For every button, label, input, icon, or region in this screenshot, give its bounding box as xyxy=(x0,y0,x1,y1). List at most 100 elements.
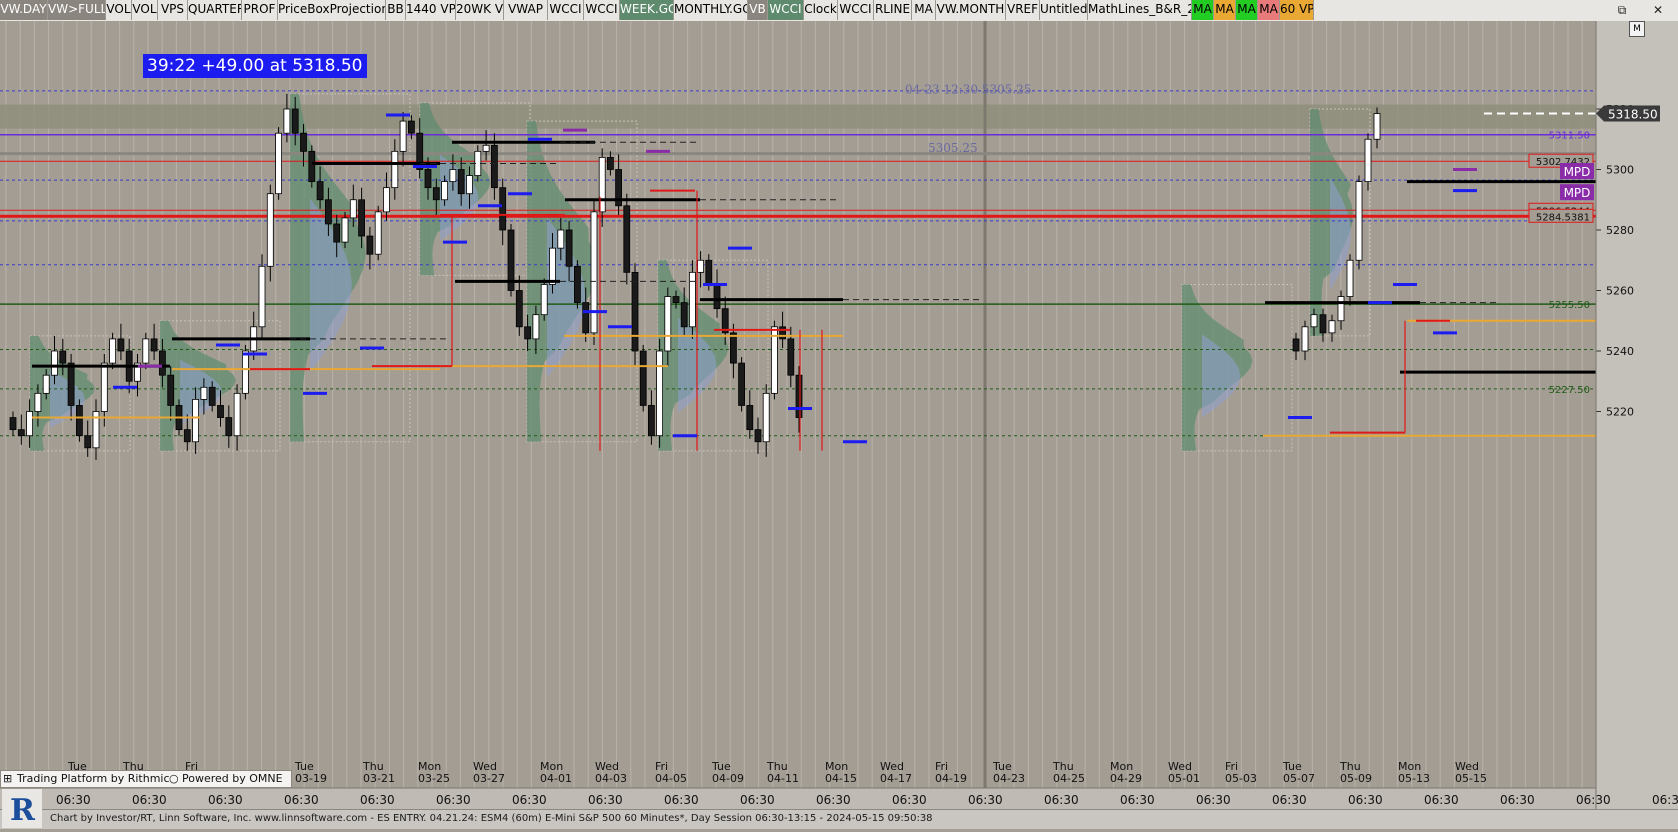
price-chart[interactable]: 04-23 12:30 5305.255305.255311.505302.74… xyxy=(0,21,1678,809)
candle-body xyxy=(266,193,274,267)
candle-body xyxy=(441,181,449,201)
window-close-icon[interactable]: ✕ xyxy=(1650,2,1666,18)
toolbar-button-29[interactable]: MA xyxy=(1258,0,1280,20)
candle-body xyxy=(183,429,191,443)
toolbar-button-28[interactable]: MA xyxy=(1236,0,1258,20)
toolbar-button-22[interactable]: VW.MONTH xyxy=(936,0,1006,20)
candle-body xyxy=(482,144,490,152)
candle-body xyxy=(1346,259,1354,297)
toolbar-button-15[interactable]: MONTHLY.GC xyxy=(674,0,748,20)
candle xyxy=(308,145,316,188)
candle-body xyxy=(407,120,415,134)
toolbar-button-16[interactable]: VB xyxy=(748,0,768,20)
time-label: 06:30 xyxy=(1500,793,1535,807)
candle-body xyxy=(424,169,432,189)
toolbar-button-6[interactable]: PROF xyxy=(242,0,278,20)
toolbar-button-27[interactable]: MA xyxy=(1214,0,1236,20)
candle-body xyxy=(746,405,754,431)
time-label: 06:30 xyxy=(1652,793,1678,807)
candle xyxy=(771,320,778,400)
toolbar-button-7[interactable]: PriceBoxProjections xyxy=(278,0,386,20)
indicator-toolbar: VW.DAY VW>FULL VOL VOL VPS QUARTER PROF PriceBo… xyxy=(0,0,1678,22)
date-label-day: 04-15 xyxy=(825,772,857,785)
candle-body xyxy=(697,259,704,273)
date-label-day: 05-01 xyxy=(1168,772,1200,785)
candle-body xyxy=(9,417,17,431)
candle-body xyxy=(51,350,58,376)
toolbar-button-20[interactable]: RLINE xyxy=(874,0,912,20)
window-restore-icon[interactable]: ⧉ xyxy=(1614,2,1630,18)
candle-body xyxy=(1319,314,1327,334)
time-label: 06:30 xyxy=(1348,793,1383,807)
candle xyxy=(374,205,382,261)
candle xyxy=(258,254,266,339)
candle-body xyxy=(233,392,241,437)
candle-body xyxy=(762,392,770,443)
candle-body xyxy=(524,326,531,340)
candle-body xyxy=(457,169,465,195)
candle-body xyxy=(291,108,299,134)
toolbar-button-10[interactable]: 20WK VP xyxy=(456,0,504,20)
time-label: 06:30 xyxy=(588,793,623,807)
toolbar-button-4[interactable]: VPS xyxy=(158,0,188,20)
maximize-panel-button[interactable]: M xyxy=(1629,21,1645,37)
mpd-label-1: MPD xyxy=(1564,186,1591,200)
toolbar-button-0[interactable]: VW.DAY xyxy=(0,0,48,20)
candle-body xyxy=(713,284,721,310)
toolbar-button-14[interactable]: WEEK.GC xyxy=(620,0,674,20)
time-label: 06:30 xyxy=(56,793,91,807)
toolbar-button-8[interactable]: BB xyxy=(386,0,406,20)
toolbar-button-18[interactable]: Clock xyxy=(804,0,838,20)
candle-body xyxy=(1292,338,1300,352)
toolbar-button-12[interactable]: WCCI xyxy=(548,0,584,20)
candle-body xyxy=(705,259,713,285)
toolbar-button-13[interactable]: WCCI xyxy=(584,0,620,20)
candle-body xyxy=(1328,320,1336,334)
toolbar-button-21[interactable]: MA xyxy=(912,0,936,20)
candle-body xyxy=(631,271,639,352)
candle-body xyxy=(366,235,374,255)
candle-body xyxy=(358,199,366,237)
candle-body xyxy=(167,374,175,406)
toolbar-button-30[interactable]: 60 VP xyxy=(1280,0,1314,20)
toolbar-button-9[interactable]: 1440 VP xyxy=(406,0,456,20)
toolbar-button-23[interactable]: VREF xyxy=(1006,0,1040,20)
toolbar-button-11[interactable]: VWAP xyxy=(504,0,548,20)
candle-body xyxy=(26,411,34,437)
candle-body xyxy=(754,429,762,443)
candle-body xyxy=(192,398,200,443)
toolbar-button-26[interactable]: MA xyxy=(1192,0,1214,20)
candle-body xyxy=(316,181,324,201)
candle-body xyxy=(490,144,498,189)
axis-tick-label: 5240 xyxy=(1606,345,1634,358)
toolbar-button-5[interactable]: QUARTER xyxy=(188,0,242,20)
toolbar-button-19[interactable]: WCCI xyxy=(838,0,874,20)
candle-body xyxy=(109,338,116,364)
toolbar-button-24[interactable]: Untitled xyxy=(1040,0,1088,20)
date-label-day: 04-29 xyxy=(1110,772,1142,785)
data-provider-strip: ⊞ Trading Platform by Rithmic ○ Powered … xyxy=(0,770,292,788)
time-label: 06:30 xyxy=(436,793,471,807)
date-label-day: 05-13 xyxy=(1398,772,1430,785)
status-text: Chart by Investor/RT, Linn Software, Inc… xyxy=(50,813,933,824)
time-label: 06:30 xyxy=(360,793,395,807)
candle xyxy=(631,263,639,367)
candle-body xyxy=(432,187,440,201)
toolbar-button-2[interactable]: VOL xyxy=(106,0,132,20)
toolbar-button-25[interactable]: MathLines_B&R_20 xyxy=(1088,0,1192,20)
candle-body xyxy=(84,435,92,449)
candle-body xyxy=(1373,113,1381,140)
candle-body xyxy=(217,405,224,418)
candle-body xyxy=(1310,314,1318,328)
toolbar-button-3[interactable]: VOL xyxy=(132,0,158,20)
axis-tick-label: 5300 xyxy=(1606,164,1634,177)
date-label-day: 04-23 xyxy=(993,772,1025,785)
toolbar-button-17[interactable]: WCCI xyxy=(768,0,804,20)
date-label-day: 03-21 xyxy=(363,772,395,785)
toolbar-button-1[interactable]: VW>FULL xyxy=(48,0,106,20)
candle-body xyxy=(383,187,390,213)
investor-rt-logo: R xyxy=(2,789,42,828)
candle-body xyxy=(557,229,565,249)
candle-body xyxy=(449,169,457,182)
value-area-band xyxy=(0,104,1596,129)
